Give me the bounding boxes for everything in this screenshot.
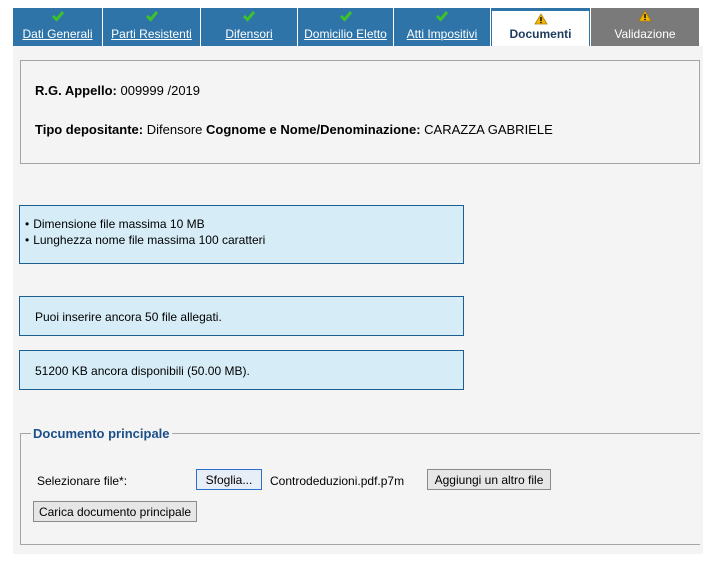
rg-appello-row: R.G. Appello: 009999 /2019: [35, 83, 200, 98]
remaining-files-box: Puoi inserire ancora 50 file allegati.: [19, 296, 464, 336]
tab-label: Atti Impositivi: [406, 27, 478, 41]
tab-label: Documenti: [509, 27, 572, 41]
tab-documenti[interactable]: Documenti: [491, 8, 590, 46]
warning-icon: [638, 10, 652, 22]
select-file-label: Selezionare file*:: [37, 474, 128, 488]
tipo-value: Difensore: [146, 122, 203, 137]
tab-label: Domicilio Eletto: [304, 27, 387, 41]
tab-domicilio-eletto[interactable]: Domicilio Eletto: [298, 8, 393, 46]
warning-icon: [533, 13, 548, 25]
selected-filename: Controdeduzioni.pdf.p7m: [270, 474, 405, 488]
rg-label: R.G. Appello:: [35, 83, 117, 98]
add-file-button[interactable]: Aggiungi un altro file: [427, 469, 551, 490]
tab-dati-generali[interactable]: Dati Generali: [13, 8, 102, 46]
tab-parti-resistenti[interactable]: Parti Resistenti: [103, 8, 200, 46]
tipo-label: Tipo depositante:: [35, 122, 144, 137]
check-icon: [435, 11, 449, 22]
tab-atti-impositivi[interactable]: Atti Impositivi: [394, 8, 490, 46]
file-limits-box: Dimensione file massima 10 MB Lunghezza …: [19, 205, 464, 264]
upload-main-document-button[interactable]: Carica documento principale: [33, 501, 197, 522]
remaining-files-text: Puoi inserire ancora 50 file allegati.: [35, 310, 222, 324]
tab-label: Difensori: [225, 27, 273, 41]
tab-validazione[interactable]: Validazione: [591, 8, 699, 46]
list-item: Lunghezza nome file massima 100 caratter…: [25, 232, 463, 248]
remaining-space-box: 51200 KB ancora disponibili (50.00 MB).: [19, 350, 464, 390]
remaining-space-text: 51200 KB ancora disponibili (50.00 MB).: [35, 364, 250, 378]
nome-value: CARAZZA GABRIELE: [424, 122, 553, 137]
tab-difensori[interactable]: Difensori: [201, 8, 297, 46]
check-icon: [242, 11, 256, 22]
tab-label: Dati Generali: [22, 27, 93, 41]
check-icon: [51, 11, 64, 22]
tab-label: Validazione: [614, 27, 676, 41]
check-icon: [339, 11, 352, 22]
depositante-row: Tipo depositante: Difensore Cognome e No…: [35, 122, 553, 137]
browse-button[interactable]: Sfoglia...: [196, 469, 262, 490]
tab-label: Parti Resistenti: [111, 27, 192, 41]
list-item: Dimensione file massima 10 MB: [25, 216, 463, 232]
check-icon: [145, 11, 158, 22]
fieldset-legend: Documento principale: [31, 426, 172, 441]
nome-label: Cognome e Nome/Denominazione:: [206, 122, 421, 137]
tab-bar: Dati Generali Parti Resistenti Difensori…: [13, 8, 703, 46]
case-summary: R.G. Appello: 009999 /2019 Tipo deposita…: [20, 60, 700, 164]
main-document-fieldset: Documento principale Selezionare file*: …: [20, 426, 700, 545]
limits-list: Dimensione file massima 10 MB Lunghezza …: [25, 216, 463, 248]
rg-value: 009999 /2019: [120, 83, 201, 98]
